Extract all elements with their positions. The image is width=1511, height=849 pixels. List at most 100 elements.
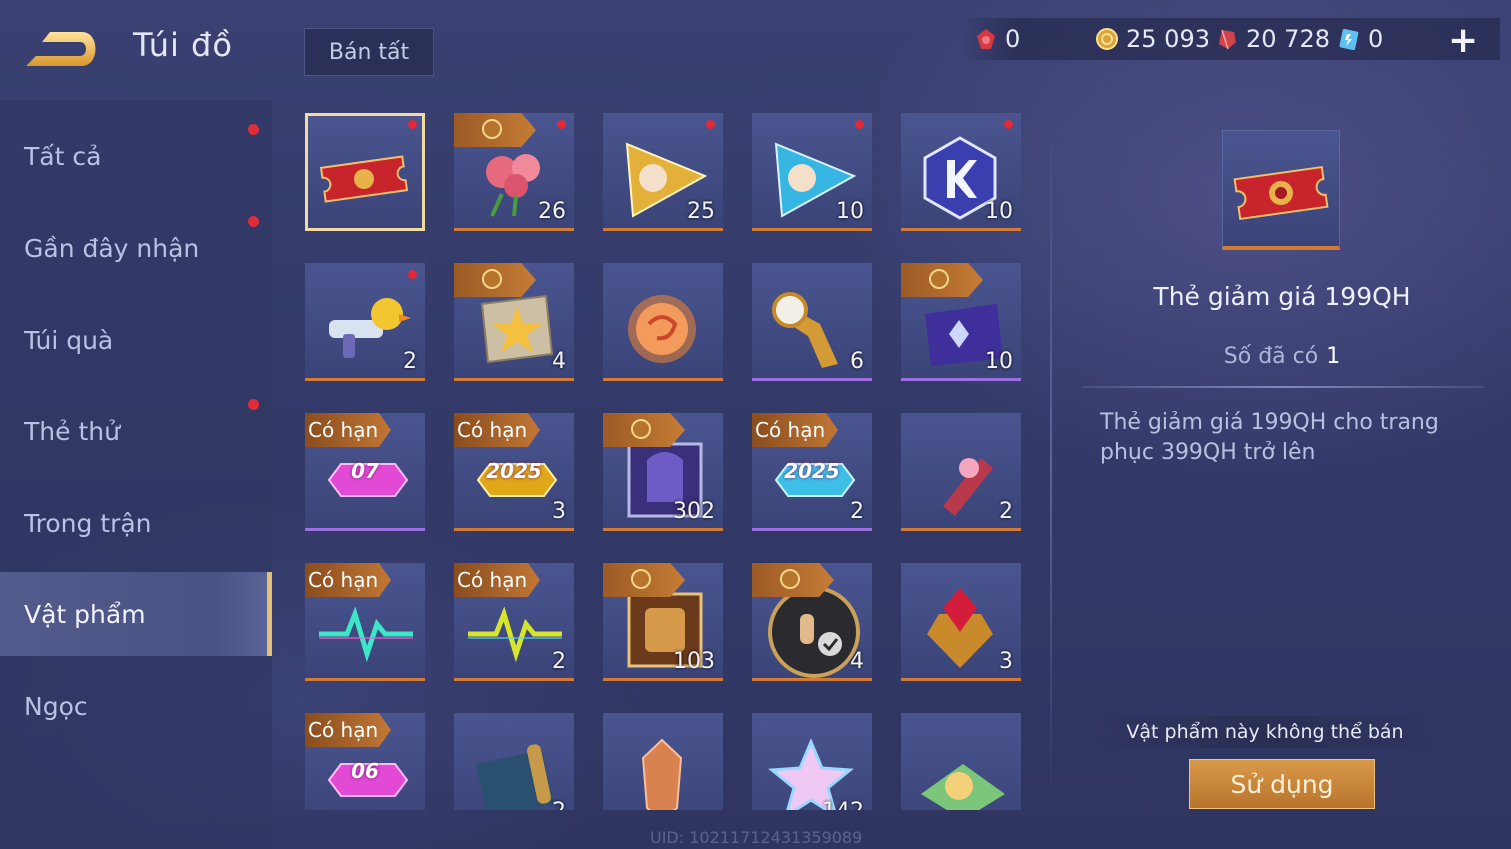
panel-divider <box>1050 118 1052 808</box>
item-slot-map-scroll[interactable]: 2 <box>454 713 574 810</box>
item-count: 10 <box>985 349 1013 374</box>
item-label: 2025 <box>784 459 840 483</box>
back-arrow-icon[interactable] <box>24 28 100 70</box>
item-slot-cat-leaf[interactable] <box>901 713 1021 810</box>
owned-count: Số đã có 1 <box>1080 344 1484 369</box>
golden-horn-icon <box>772 292 838 369</box>
limited-badge: Có hạn <box>752 413 838 447</box>
coin-badge-icon <box>603 563 685 597</box>
item-slot-fire-orb[interactable] <box>603 263 723 381</box>
item-count: 2 <box>403 349 417 374</box>
item-grid: 26 25 10 10 2 4 6 10 Có hạn 07 Có hạn 2025 3 302 Có hạ… <box>305 113 1045 810</box>
coin-badge-icon <box>603 413 685 447</box>
item-slot-pulse-yellow[interactable]: Có hạn 2 <box>454 563 574 681</box>
item-count: 142 <box>822 799 864 810</box>
item-slot-golden-horn[interactable]: 6 <box>752 263 872 381</box>
item-label: 2025 <box>486 459 542 483</box>
blossom-scroll-icon <box>943 458 993 517</box>
coin-badge-icon <box>454 113 536 147</box>
sidebar-item-trial-cards[interactable]: Thẻ thử <box>0 389 272 473</box>
currency-value: 0 <box>1368 25 1384 53</box>
currency-red-gem: 20 728 <box>1216 22 1330 56</box>
currency-value: 0 <box>1005 25 1021 53</box>
coin-badge-icon <box>454 263 536 297</box>
add-currency-button[interactable]: + <box>1448 20 1478 61</box>
coin-badge-icon <box>752 563 834 597</box>
item-slot-rainbow-star[interactable]: 142 <box>752 713 872 810</box>
item-count: 2 <box>552 799 566 810</box>
notification-dot <box>408 120 417 129</box>
item-slot-star-medal[interactable]: 4 <box>454 263 574 381</box>
sell-all-button[interactable]: Bán tất <box>304 28 434 76</box>
currency-red-token: 0 <box>975 22 1020 56</box>
item-count: 10 <box>836 199 864 224</box>
item-count: 103 <box>673 649 715 674</box>
amber-crystal-icon <box>641 738 683 810</box>
item-count: 2 <box>850 499 864 524</box>
limited-badge: Có hạn <box>305 713 391 747</box>
sidebar-item-label: Gần đây nhận <box>24 233 200 263</box>
detail-divider <box>1082 386 1484 388</box>
currency-value: 20 728 <box>1246 25 1330 53</box>
item-count: 6 <box>850 349 864 374</box>
item-slot-blue-skin-shard[interactable]: 10 <box>752 113 872 231</box>
sidebar-item-label: Túi quà <box>24 325 114 355</box>
sidebar-item-label: Thẻ thử <box>24 416 120 446</box>
item-count: 10 <box>985 199 1013 224</box>
notification-dot <box>248 399 259 410</box>
sidebar-item-gems[interactable]: Ngọc <box>0 664 272 748</box>
coin-badge-icon <box>901 263 983 297</box>
item-slot-pulse-neon[interactable]: Có hạn <box>305 563 425 681</box>
item-slot-discount-ticket[interactable] <box>305 113 425 231</box>
notification-dot <box>1004 120 1013 129</box>
item-count: 3 <box>999 649 1013 674</box>
item-label: 06 <box>351 759 379 783</box>
item-slot-limited-2025-blue[interactable]: Có hạn 2025 2 <box>752 413 872 531</box>
sidebar-item-gift-bags[interactable]: Túi quà <box>0 298 272 382</box>
sidebar-item-all[interactable]: Tất cả <box>0 114 272 198</box>
duck-blaster-icon <box>329 298 411 359</box>
item-slot-amber-crystal[interactable] <box>603 713 723 810</box>
selected-item-frame <box>1222 130 1340 250</box>
item-slot-limited-07[interactable]: Có hạn 07 <box>305 413 425 531</box>
red-token-icon <box>977 29 995 49</box>
item-count: 25 <box>687 199 715 224</box>
sidebar-item-label: Vật phẩm <box>24 599 146 629</box>
item-count: 2 <box>999 499 1013 524</box>
notification-dot <box>248 216 259 227</box>
item-count: 302 <box>673 499 715 524</box>
limited-badge: Có hạn <box>454 563 540 597</box>
item-slot-purple-k-token[interactable]: 10 <box>901 113 1021 231</box>
item-slot-gold-frame[interactable]: 103 <box>603 563 723 681</box>
notification-dot <box>248 124 259 135</box>
notification-dot <box>408 270 417 279</box>
sidebar-item-recent[interactable]: Gần đây nhận <box>0 206 272 290</box>
item-slot-purple-flag[interactable]: 10 <box>901 263 1021 381</box>
blue-voucher-icon <box>1339 28 1359 50</box>
item-slot-ruby-crest[interactable]: 3 <box>901 563 1021 681</box>
sidebar-item-in-match[interactable]: Trong trận <box>0 481 272 565</box>
fire-orb-icon <box>628 295 696 364</box>
item-slot-rose-bouquet[interactable]: 26 <box>454 113 574 231</box>
sidebar-item-items[interactable]: Vật phẩm <box>0 572 272 656</box>
item-slot-gold-skin-shard[interactable]: 25 <box>603 113 723 231</box>
owned-label: Số đã có <box>1223 344 1319 369</box>
cannot-sell-notice: Vật phẩm này không thể bán <box>1080 716 1450 748</box>
item-slot-tap-check[interactable]: 4 <box>752 563 872 681</box>
use-button[interactable]: Sử dụng <box>1189 759 1375 809</box>
item-slot-limited-06[interactable]: Có hạn 06 <box>305 713 425 810</box>
sidebar-item-label: Ngọc <box>24 691 88 721</box>
notification-dot <box>706 120 715 129</box>
item-slot-blossom-scroll[interactable]: 2 <box>901 413 1021 531</box>
item-slot-helmet-frame[interactable]: 302 <box>603 413 723 531</box>
item-count: 2 <box>552 649 566 674</box>
limited-badge: Có hạn <box>305 563 391 597</box>
item-label: 07 <box>351 459 379 483</box>
item-name: Thẻ giảm giá 199QH <box>1153 282 1411 311</box>
discount-ticket-icon <box>319 155 409 203</box>
red-gem-icon <box>1219 29 1236 50</box>
item-count: 4 <box>850 649 864 674</box>
item-slot-limited-2025-gold[interactable]: Có hạn 2025 3 <box>454 413 574 531</box>
currency-value: 25 093 <box>1126 25 1210 53</box>
item-slot-duck-blaster[interactable]: 2 <box>305 263 425 381</box>
